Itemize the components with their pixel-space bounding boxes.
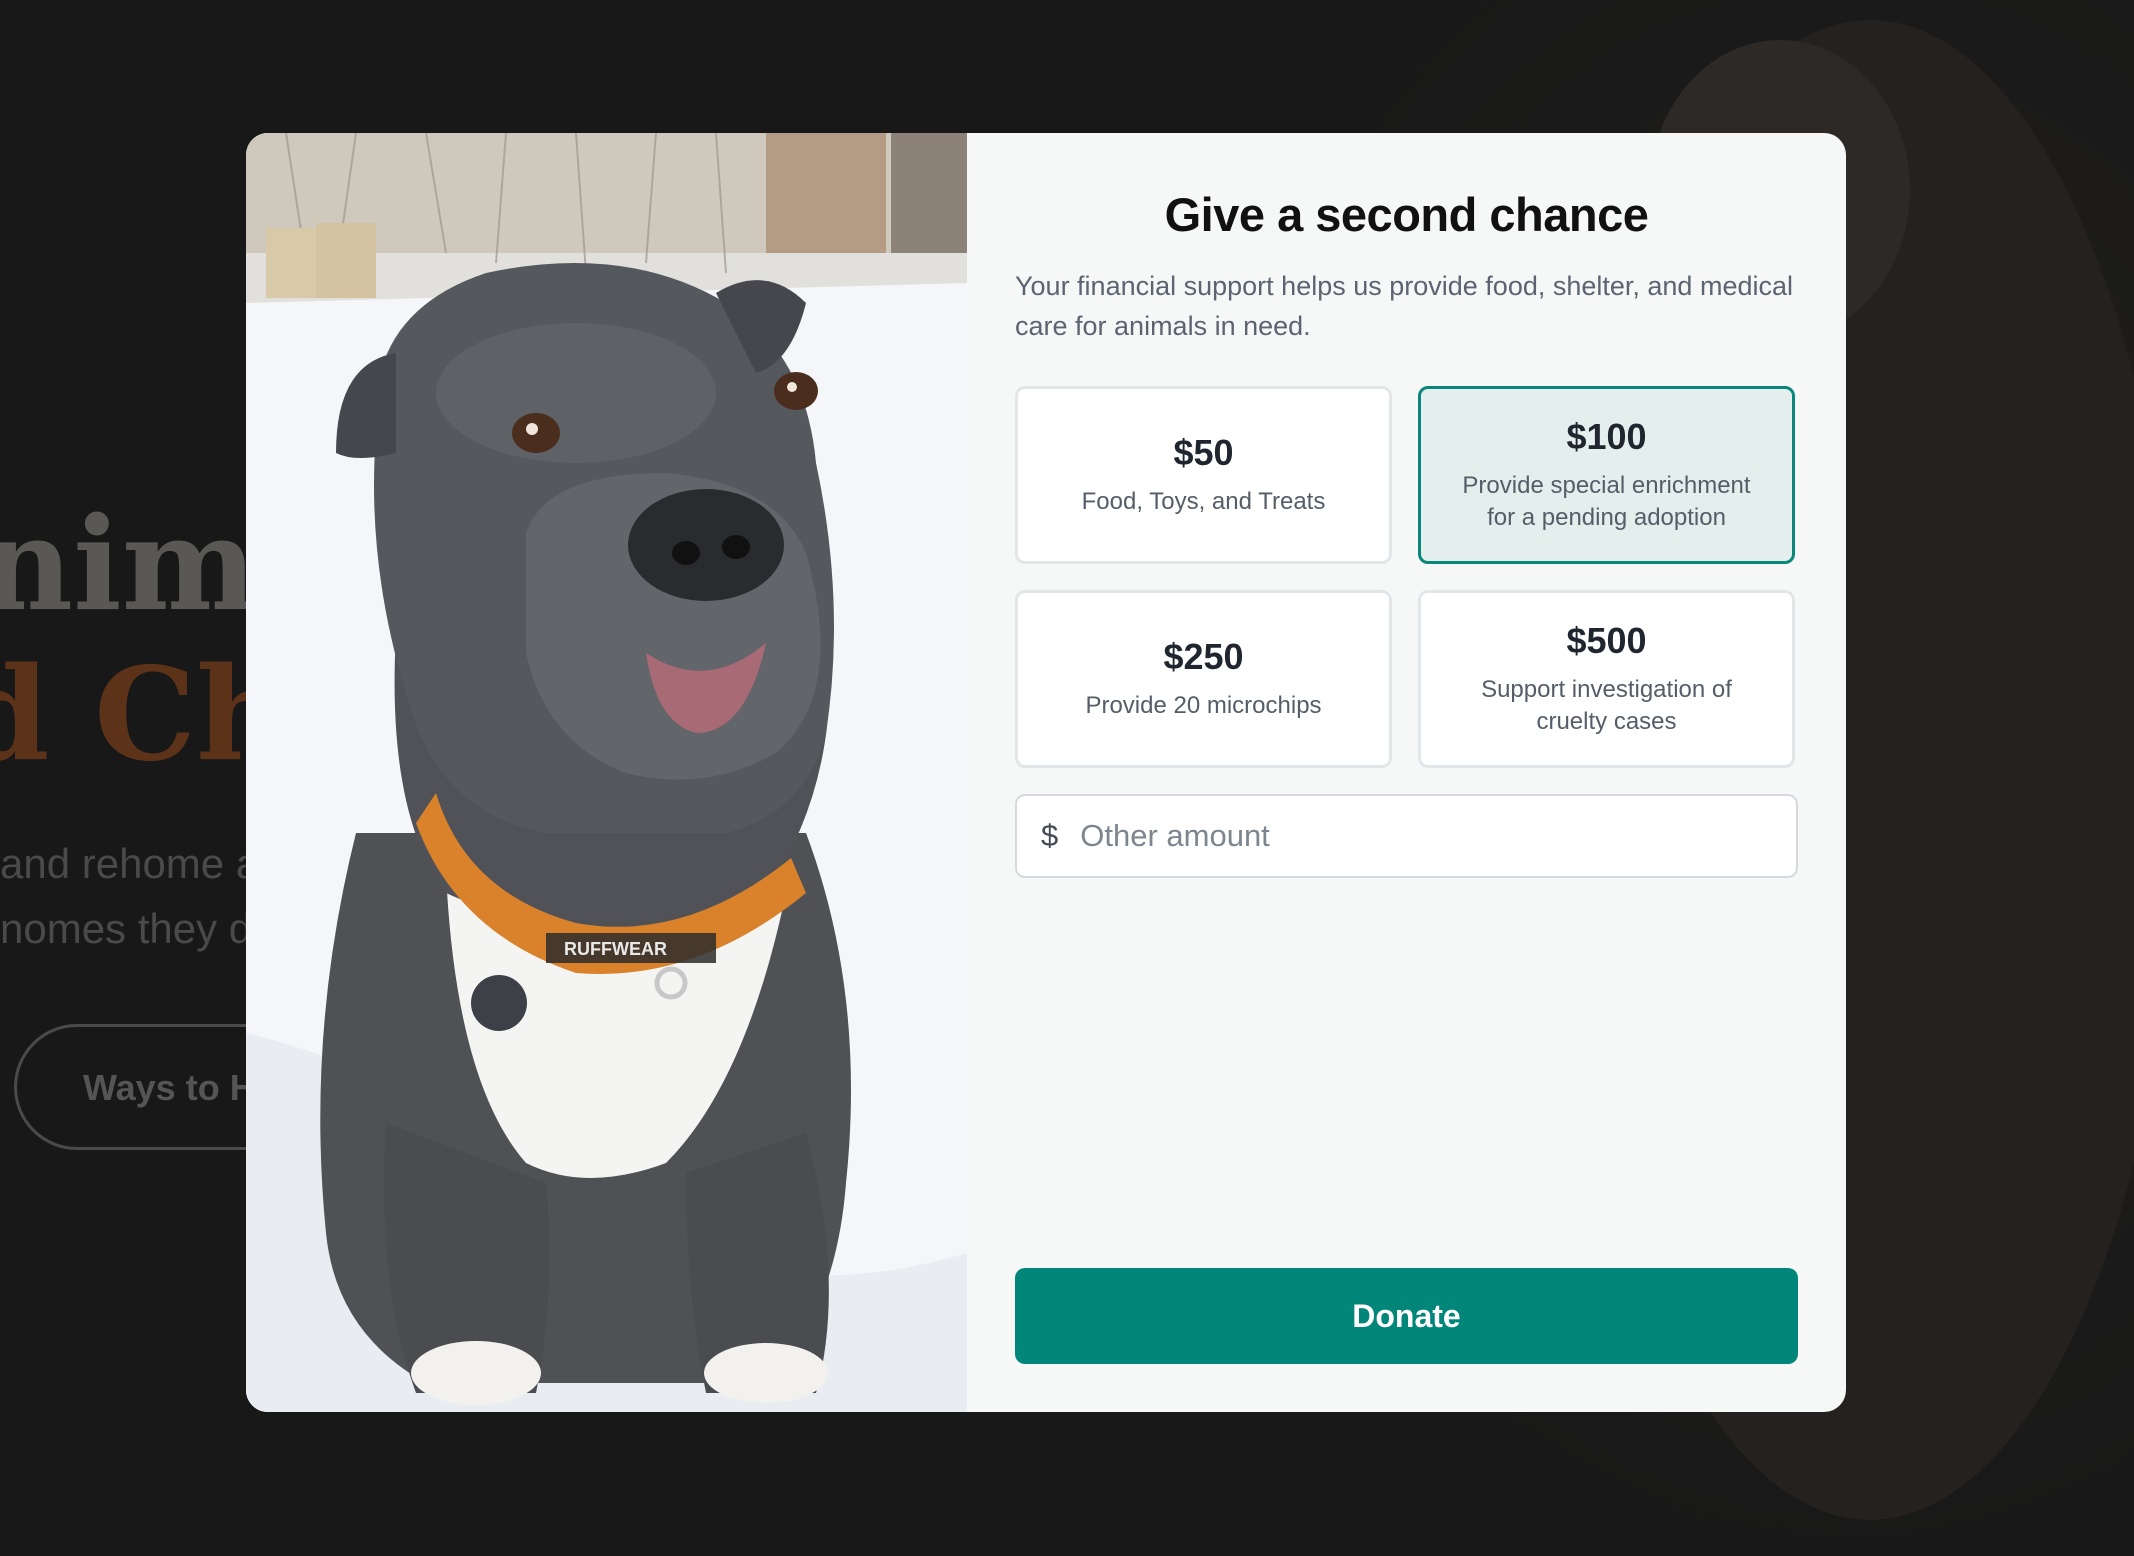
option-description: Provide 20 microchips [1085,692,1322,719]
collar-text: RUFFWEAR [564,939,667,959]
dog-photo: RUFFWEAR [246,133,967,1412]
option-description: Food, Toys, and Treats [1081,488,1326,515]
option-description: Provide special enrichment for a pending… [1462,472,1751,531]
currency-symbol: $ [1041,818,1059,853]
hero-paragraph-line2: nomes they de [0,905,276,952]
donate-button[interactable]: Donate [1015,1268,1798,1364]
donation-modal: RUFFWEAR Give a second chance Your finan [246,133,1846,1412]
option-amount: $100 [1566,416,1647,457]
donation-option-500[interactable]: $500 Support investigation of cruelty ca… [1418,590,1795,768]
option-description: Support investigation of cruelty cases [1481,676,1732,735]
modal-subtitle: Your financial support helps us provide … [1015,271,1793,341]
option-amount: $50 [1173,432,1234,473]
donation-option-50[interactable]: $50 Food, Toys, and Treats [1015,386,1392,564]
dog-illustration: RUFFWEAR [246,133,967,1412]
donation-option-100[interactable]: $100 Provide special enrichment for a pe… [1418,386,1795,564]
donation-option-250[interactable]: $250 Provide 20 microchips [1015,590,1392,768]
donation-options: $50 Food, Toys, and Treats $100 Provide … [1015,386,1798,768]
modal-title: Give a second chance [1164,188,1649,241]
other-amount-field[interactable]: $ [1015,794,1798,878]
option-amount: $500 [1566,620,1647,661]
hero-paragraph-line1: and rehome a [0,840,260,887]
option-amount: $250 [1163,636,1244,677]
donation-panel: Give a second chance Your financial supp… [967,133,1846,1412]
other-amount-input[interactable] [1080,818,1796,854]
